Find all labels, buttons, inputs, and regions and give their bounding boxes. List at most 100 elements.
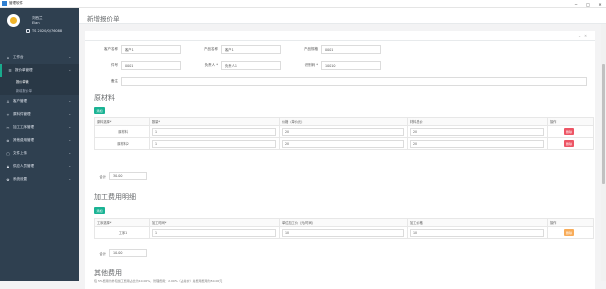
sidebar-subitem-new-quote[interactable]: 新增报价单 [0, 86, 79, 95]
delete-button[interactable]: 删除 [564, 128, 574, 135]
restore-icon[interactable]: □ [582, 0, 594, 8]
sidebar-item-settings[interactable]: ✿ 系统设置 ⌄ [0, 173, 79, 186]
add-material-button[interactable]: 添加 [94, 107, 105, 114]
card-tools: ⌄ ✕ [578, 34, 587, 38]
product-spec-label: 产品规格 [304, 47, 318, 51]
unit-price-field[interactable]: 10 [282, 228, 404, 237]
chevron-down-icon: ⌄ [68, 138, 71, 142]
sidebar-item-quotes[interactable]: ☰ 报价单管理 ⌄ [0, 64, 79, 77]
column-header: 原料选择* [94, 117, 150, 126]
remark-field[interactable] [121, 77, 587, 86]
delete-button[interactable]: 删除 [564, 140, 574, 147]
chevron-down-icon: ⌄ [68, 68, 71, 72]
material-name: 原材料2 [94, 137, 150, 150]
column-header: 价格（单价元） [279, 117, 408, 126]
chevron-down-icon: ⌄ [68, 151, 71, 155]
total-label: 合计 [99, 174, 106, 179]
user-phone-line: TS 2020/0/76088 [26, 29, 62, 33]
app-icon [2, 1, 7, 6]
list-icon: ☰ [8, 68, 12, 73]
sidebar-item-label: 系统设置 [13, 177, 27, 181]
customer-name-field[interactable]: 客户1 [121, 45, 181, 54]
sidebar-item-label: 工作台 [13, 55, 24, 59]
sidebar-item-customers[interactable]: ♙ 客户管理 ⌄ [0, 95, 79, 108]
sidebar-menu: ⌂ 工作台 ⌄ ☰ 报价单管理 ⌄ 报价单管 新增报价单 ♙ 客户管理 ⌄ + … [0, 51, 79, 186]
home-icon: ⌂ [6, 55, 10, 60]
app-title: 管理软件 [9, 1, 23, 5]
id-code-field[interactable]: 10010 [321, 61, 381, 70]
collapse-icon[interactable]: ⌄ [578, 34, 581, 38]
avatar[interactable] [7, 14, 20, 27]
sidebar-item-label: 文件上传 [13, 151, 27, 155]
plus-icon: + [6, 112, 10, 117]
sidebar-item-label: 客户管理 [13, 99, 27, 103]
table-row: 工序1 1 10 10 删除 [94, 226, 594, 239]
table-header-row: 原料选择* 数量* 价格（单价元） 材料总价 操作 [94, 117, 594, 126]
scrollbar[interactable] [601, 24, 606, 281]
process-name: 工序1 [94, 226, 150, 239]
sidebar-item-dashboard[interactable]: ⌂ 工作台 ⌄ [0, 51, 79, 64]
materials-total: 合计 30.00 [95, 172, 147, 180]
close-icon[interactable]: ✕ [584, 34, 587, 38]
sidebar-item-suppliers[interactable]: ♟ 供应人员管理 ⌄ [0, 160, 79, 173]
sidebar-subitem-quote-list[interactable]: 报价单管 [0, 77, 79, 86]
close-icon[interactable]: ✕ [594, 0, 606, 8]
add-process-button[interactable]: 添加 [94, 207, 105, 214]
user-profile: 刘西兰 Elan TS 2020/0/76088 [0, 8, 79, 44]
file-icon: ▢ [6, 151, 10, 156]
scrollbar-thumb[interactable] [602, 64, 605, 184]
settings-icon: ✿ [6, 177, 10, 182]
price-field[interactable]: 20 [282, 127, 404, 136]
quote-form-card: ⌄ ✕ 客户名称 客户1 产品名称 客户1 产品规格 0001 件号 0001 … [85, 31, 595, 289]
sidebar-item-label: 加工工序管理 [13, 125, 34, 129]
column-header: 加工价格 [407, 218, 548, 227]
sidebar-item-upload[interactable]: ▢ 文件上传 ⌄ [0, 147, 79, 160]
user-role: Elan [32, 21, 40, 25]
sidebar-item-label: 其他费用管理 [13, 138, 34, 142]
chevron-down-icon: ⌄ [68, 55, 71, 59]
chevron-down-icon: ⌄ [68, 125, 71, 129]
sidebar-item-label: 原料件管理 [13, 112, 31, 116]
table-header-row: 工序选择* 加工时间* 单位加工价（元/时间） 加工价格 操作 [94, 218, 594, 227]
person-icon: ♟ [6, 164, 10, 169]
process-time-field[interactable]: 1 [152, 228, 276, 237]
part-number-field[interactable]: 0001 [121, 61, 181, 70]
total-field[interactable]: 20 [410, 139, 544, 148]
tools-icon: ✂ [6, 125, 10, 130]
column-header: 加工时间* [149, 218, 280, 227]
minimize-icon[interactable]: − [570, 0, 582, 8]
product-name-field[interactable]: 客户1 [221, 45, 281, 54]
sidebar-item-materials[interactable]: + 原料件管理 ⌄ [0, 108, 79, 121]
main-content: 新增报价单 ⌄ ✕ 客户名称 客户1 产品名称 客户1 产品规格 0001 件号… [79, 8, 606, 289]
quantity-field[interactable]: 1 [152, 139, 276, 148]
chevron-down-icon: ⌄ [68, 112, 71, 116]
total-field[interactable]: 20 [410, 127, 544, 136]
materials-total-field: 30.00 [109, 172, 147, 180]
sidebar-item-label: 供应人员管理 [13, 164, 34, 168]
other-costs-section-title: 其他费用 [94, 269, 122, 277]
page-title: 新增报价单 [87, 15, 120, 23]
process-total-field[interactable]: 10 [410, 228, 544, 237]
chevron-down-icon: ⌄ [68, 164, 71, 168]
sidebar-item-processes[interactable]: ✂ 加工工序管理 ⌄ [0, 121, 79, 134]
window-controls: − □ ✕ [570, 0, 606, 8]
owner-field[interactable]: 负责人1 [221, 61, 281, 70]
customer-name-label: 客户名称 [104, 47, 118, 51]
price-field[interactable]: 20 [282, 139, 404, 148]
quantity-field[interactable]: 1 [152, 127, 276, 136]
sidebar: 刘西兰 Elan TS 2020/0/76088 ⌂ 工作台 ⌄ ☰ 报价单管理… [0, 8, 79, 281]
id-code-label: 识别码 * [304, 63, 318, 67]
avatar-image [10, 17, 17, 24]
owner-label: 负责人 * [204, 63, 218, 67]
remark-label: 备注 [111, 79, 118, 83]
delete-button[interactable]: 删除 [564, 229, 574, 236]
user-phone: TS 2020/0/76088 [32, 29, 63, 33]
column-header: 操作 [547, 117, 594, 126]
material-name: 原材料 [94, 125, 150, 138]
product-spec-field[interactable]: 0001 [321, 45, 381, 54]
table-row: 原材料2 1 20 20 删除 [94, 137, 594, 150]
column-header: 材料总价 [407, 117, 548, 126]
sidebar-item-other-costs[interactable]: ⊗ 其他费用管理 ⌄ [0, 134, 79, 147]
processing-section-title: 加工费用明细 [94, 193, 136, 201]
materials-table: 原料选择* 数量* 价格（单价元） 材料总价 操作 原材料 1 20 20 删除… [94, 117, 594, 150]
